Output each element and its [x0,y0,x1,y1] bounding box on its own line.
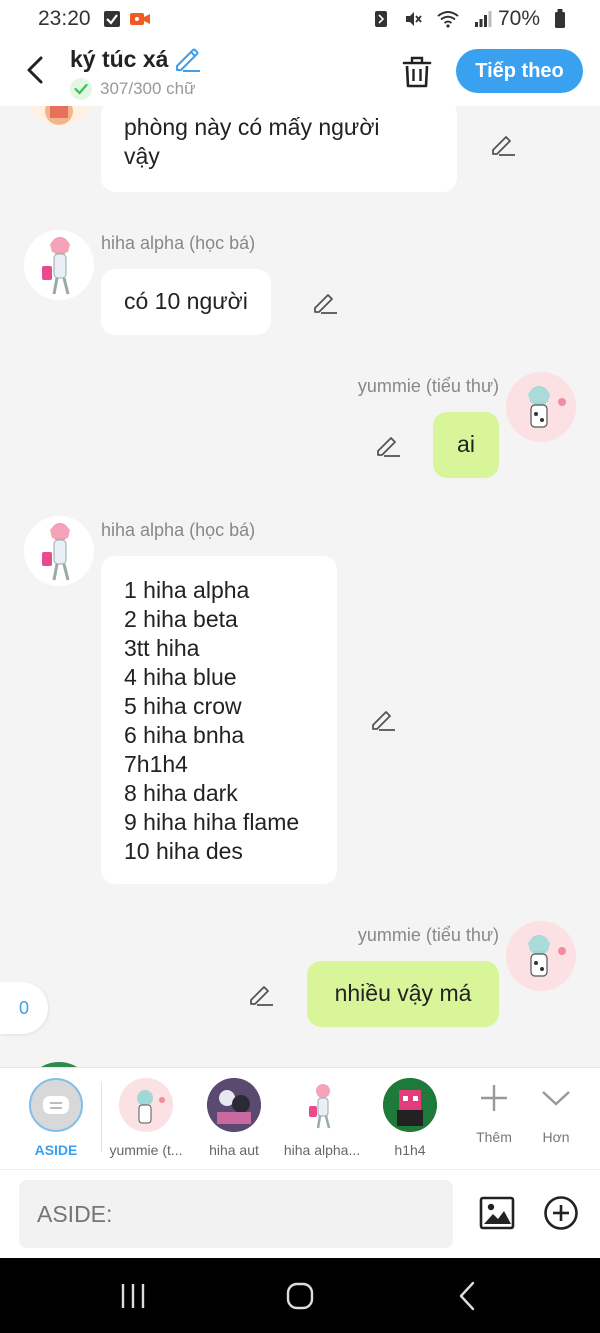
delete-button[interactable] [400,54,434,90]
character-avatar [119,1078,173,1132]
character-name: ASIDE [34,1142,78,1158]
avatar-hiha-alpha[interactable] [24,516,94,586]
message-bubble-self[interactable]: nhiều vậy má [307,961,499,1027]
message-bubble-self[interactable]: ai [433,412,499,478]
message-bubble[interactable]: phòng này có mấy người vậy [101,106,457,192]
sender-name: yummie (tiểu thư) [357,925,499,945]
character-selector: ASIDE yummie (t... hiha aut hiha alpha..… [0,1067,600,1169]
aside-icon [29,1078,83,1132]
story-title: ký túc xá [70,46,169,72]
edit-message-icon[interactable] [312,289,338,315]
character-yummie[interactable]: yummie (t... [102,1078,190,1158]
back-nav-icon[interactable] [450,1278,486,1314]
checkbox-notification-icon [103,11,120,27]
character-hiha-alpha[interactable]: hiha alpha... [278,1078,366,1158]
unread-counter[interactable]: 0 [0,982,48,1034]
editor-header: ký túc xá 307/300 chữ Tiếp theo [0,38,600,106]
sender-name: hiha alpha (học bá) [101,520,256,540]
character-name: hiha aut [209,1142,259,1158]
add-circle-icon[interactable] [542,1194,580,1232]
add-character-label: Thêm [476,1129,512,1145]
battery-percent: 70% [497,7,540,30]
edit-message-icon[interactable] [370,706,396,732]
message-bubble[interactable]: có 10 người [101,269,271,335]
nfc-icon [374,11,387,27]
sender-name: yummie (tiểu thư) [357,376,499,396]
chevron-down-icon [542,1091,570,1106]
home-icon[interactable] [282,1278,318,1314]
word-count-label: 307/300 chữ [100,79,196,98]
character-avatar [207,1078,261,1132]
check-icon [70,78,92,100]
status-bar: 23:20 70% [0,0,600,38]
avatar-yummie[interactable] [506,372,576,442]
system-nav-bar [0,1258,600,1333]
avatar-hiha-alpha[interactable] [24,230,94,300]
wifi-icon [437,11,459,28]
avatar[interactable] [24,106,94,126]
character-aside[interactable]: ASIDE [12,1078,100,1158]
next-button[interactable]: Tiếp theo [456,49,583,93]
chevron-left-icon [27,56,43,84]
sender-name: hiha alpha (học bá) [101,233,256,253]
character-name: yummie (t... [109,1142,183,1158]
edit-message-icon[interactable] [375,432,401,458]
avatar-yummie[interactable] [506,921,576,991]
edit-message-icon[interactable] [248,981,274,1007]
status-time: 23:20 [38,7,91,30]
input-bar [0,1169,600,1258]
camera-notification-icon [129,13,150,25]
signal-icon [474,11,492,27]
recent-apps-icon[interactable] [115,1278,151,1314]
back-button[interactable] [20,52,50,88]
expand-characters-button[interactable]: Hơn [526,1082,586,1145]
character-hiha-aut[interactable]: hiha aut [190,1078,278,1158]
battery-icon [555,9,565,28]
mute-icon [405,12,422,26]
edit-title-icon[interactable] [173,46,201,72]
plus-icon [481,1085,507,1111]
character-name: h1h4 [394,1142,426,1158]
character-name: hiha alpha... [283,1142,361,1158]
message-bubble[interactable]: 1 hiha alpha 2 hiha beta 3tt hiha 4 hiha… [101,556,337,884]
chat-area[interactable]: phòng này có mấy người vậy hiha alpha (h… [0,106,600,1067]
word-count: 307/300 chữ [70,78,196,100]
add-character-button[interactable]: Thêm [464,1082,524,1145]
image-icon[interactable] [478,1194,516,1232]
expand-characters-label: Hơn [542,1129,570,1145]
character-avatar [383,1078,437,1132]
character-h1h4[interactable]: h1h4 [366,1078,454,1158]
character-avatar [295,1078,349,1132]
edit-message-icon[interactable] [490,131,516,157]
message-input[interactable] [19,1180,453,1248]
